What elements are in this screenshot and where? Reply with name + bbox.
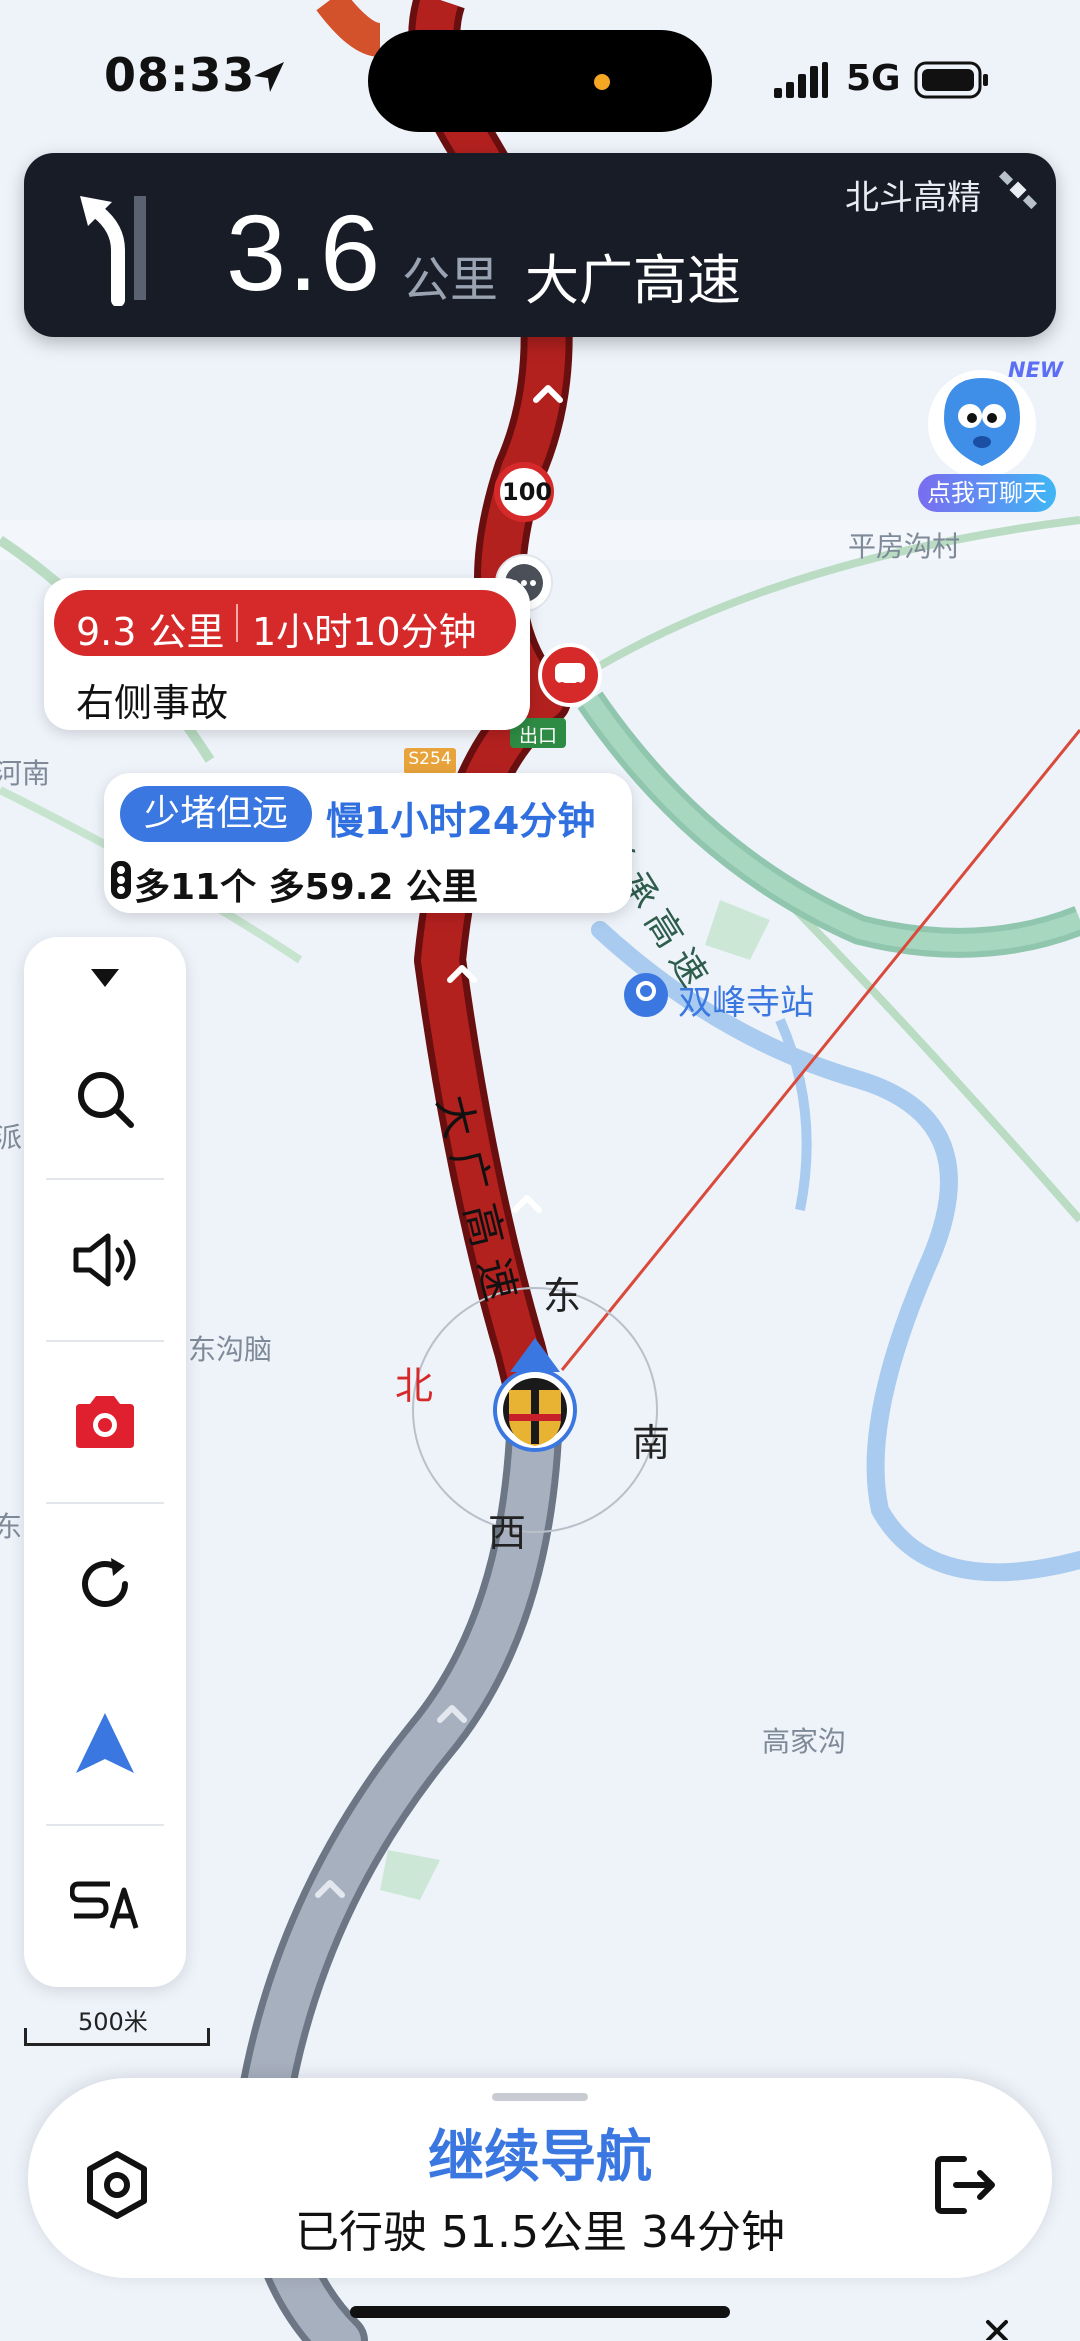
assistant-new-badge: NEW	[1008, 358, 1064, 382]
status-time: 08:33	[104, 48, 256, 102]
nav-distance-unit: 公里	[402, 252, 499, 308]
search-button[interactable]	[24, 1019, 186, 1179]
compass-west: 西	[488, 1511, 527, 1555]
network-type: 5G	[846, 58, 901, 99]
continue-navigation-button[interactable]: 继续导航	[0, 2112, 1080, 2193]
voice-button[interactable]	[24, 1180, 186, 1340]
nav-road-name: 大广高速	[525, 249, 741, 312]
compass-north: 北	[395, 1364, 434, 1408]
compass-east: 东	[543, 1274, 582, 1318]
assistant-chat-label[interactable]: 点我可聊天	[918, 474, 1056, 512]
map-label-henan-edge: 河南	[0, 757, 51, 790]
incident-distance: 9.3 公里	[76, 610, 225, 654]
map-label-donggounao: 东沟脑	[188, 1333, 273, 1366]
turn-left-arrow-icon	[80, 196, 146, 306]
route-preference-icon	[70, 1881, 139, 1929]
compass-south: 南	[632, 1421, 671, 1465]
refresh-icon	[82, 1558, 128, 1607]
signal-icon	[774, 62, 828, 98]
map-label-gaojiagou: 高家沟	[762, 1725, 847, 1758]
incident-separator	[236, 604, 238, 642]
exit-icon	[935, 2156, 995, 2214]
map-scale-bar	[24, 2028, 210, 2046]
battery-icon	[914, 61, 988, 99]
refresh-route-button[interactable]	[24, 1504, 186, 1664]
trip-summary: 已行驶 51.5公里 34分钟	[295, 2207, 785, 2258]
map-label-edge-3: 东	[0, 1510, 23, 1543]
nav-distance: 3.6	[226, 192, 383, 313]
alternative-route-badge: 少堵但远	[120, 786, 312, 842]
dynamic-island	[368, 30, 712, 132]
panel-drag-handle[interactable]	[492, 2093, 588, 2101]
map-label-pingfanggoucun: 平房沟村	[848, 530, 961, 563]
camera-button[interactable]	[24, 1342, 186, 1502]
alternative-route-extra: 多11个 多59.2 公里	[134, 867, 478, 908]
triangle-down-icon	[91, 969, 119, 987]
exit-navigation-button[interactable]	[922, 2140, 1012, 2230]
camera-icon	[76, 1396, 134, 1448]
map-label-edge-2: 派	[0, 1121, 23, 1154]
incident-duration: 1小时10分钟	[252, 610, 477, 654]
search-icon	[78, 1072, 134, 1128]
toolbar-collapse-button[interactable]	[24, 937, 186, 1019]
positioning-label: 北斗高精	[845, 178, 981, 218]
home-indicator[interactable]	[350, 2306, 730, 2318]
traffic-light-icon	[111, 861, 131, 899]
location-arrow-icon	[254, 62, 284, 92]
road-code-sign: S254	[408, 749, 452, 769]
alternative-route-delay: 慢1小时24分钟	[326, 799, 596, 843]
speed-limit-sign: 100	[502, 478, 553, 506]
close-icon[interactable]	[984, 2318, 1014, 2340]
speaker-icon	[73, 1233, 136, 1287]
route-preference-button[interactable]	[24, 1826, 186, 1986]
privacy-indicator	[594, 74, 610, 90]
incident-description: 右侧事故	[76, 681, 229, 725]
satellite-icon	[998, 170, 1038, 210]
navigation-arrow-icon	[76, 1713, 134, 1773]
locate-button[interactable]	[24, 1664, 186, 1824]
